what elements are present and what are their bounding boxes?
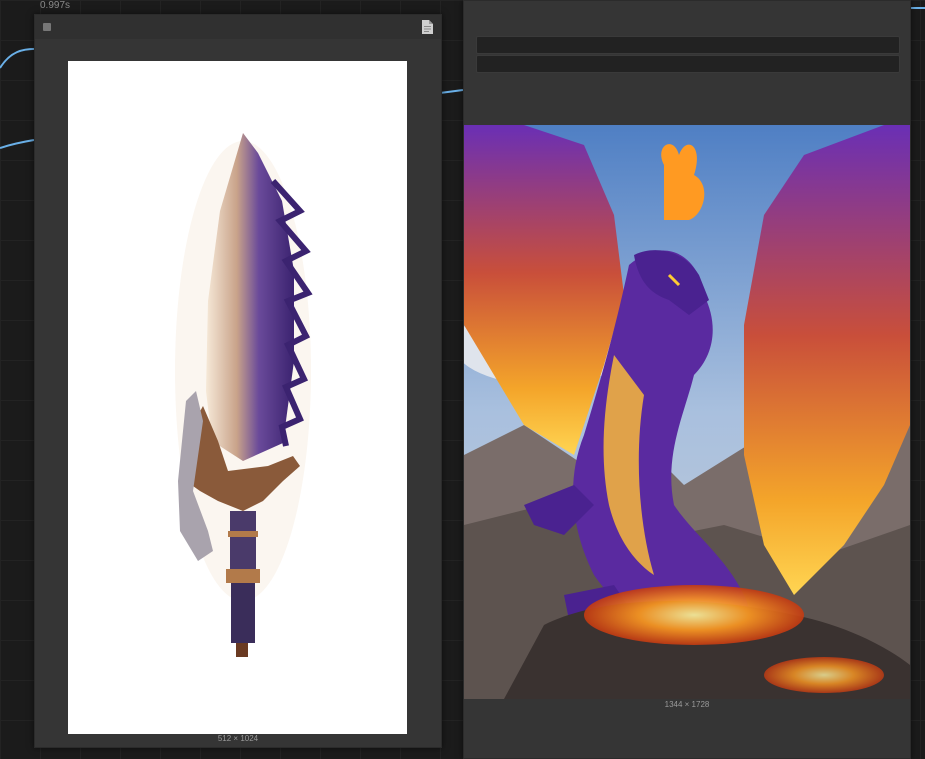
node-header[interactable] (35, 15, 441, 39)
image-size-label: 1344 × 1728 (664, 700, 710, 709)
text-widget-1[interactable] (476, 36, 900, 54)
sword-image (175, 133, 313, 657)
image-output-node[interactable]: 1344 × 1728 (463, 0, 911, 759)
output-image (464, 125, 910, 699)
document-icon[interactable] (422, 20, 433, 34)
preview-image-node[interactable]: 512 × 1024 (34, 14, 442, 748)
preview-image (68, 61, 407, 734)
collapse-dot-icon[interactable] (43, 23, 51, 31)
dragon-image (464, 125, 910, 699)
execution-time-label: 0.997s (40, 0, 71, 11)
text-widget-2[interactable] (476, 55, 900, 73)
image-size-label: 512 × 1024 (217, 734, 259, 743)
